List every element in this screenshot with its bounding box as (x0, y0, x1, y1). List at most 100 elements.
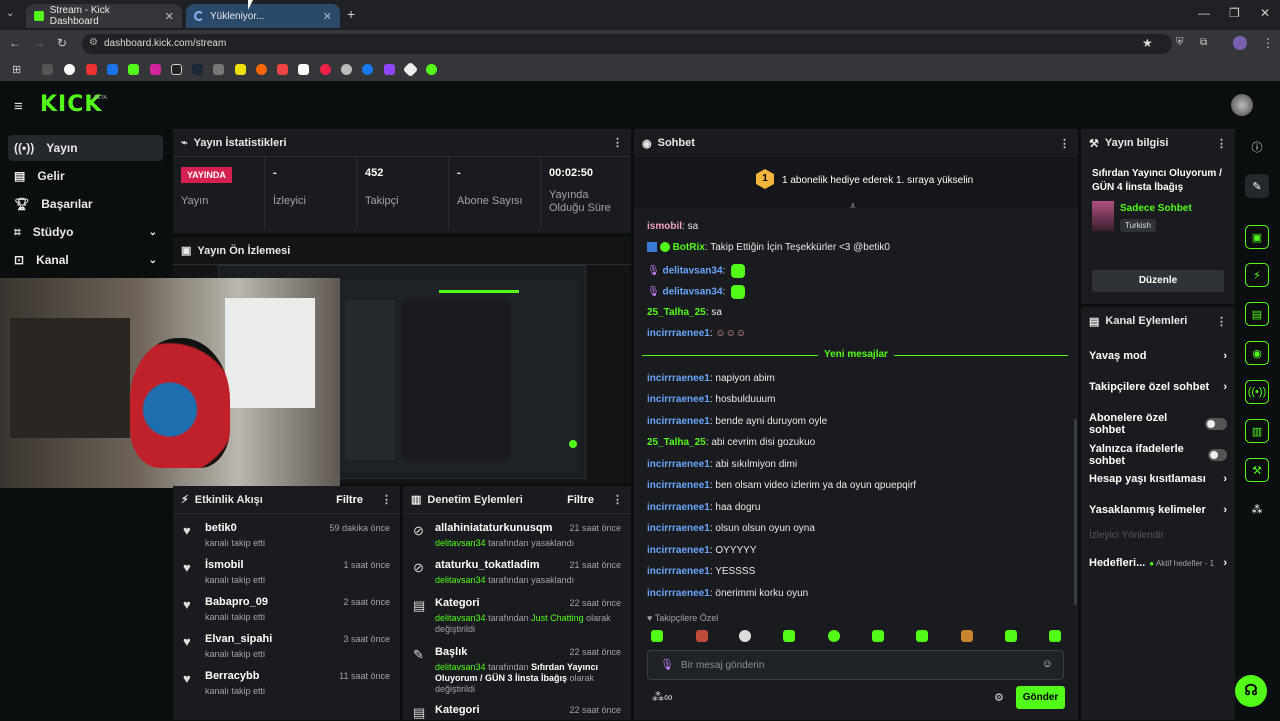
more-options-icon[interactable]: ⋮ (381, 493, 392, 506)
moderation-rail-icon[interactable]: ▥ (1245, 419, 1269, 443)
action-account-age[interactable]: Hesap yaşı kısıtlaması › (1089, 473, 1227, 485)
bookmark-youtube-icon[interactable] (86, 64, 97, 75)
more-options-icon[interactable]: ⋮ (612, 136, 623, 149)
tab-search-chevron-icon[interactable]: ⌄ (6, 8, 14, 19)
preview-rail-icon[interactable]: ▣ (1245, 225, 1269, 249)
edit-button[interactable]: Düzenle (1092, 270, 1224, 292)
bookmark-instagram-icon[interactable] (150, 64, 161, 75)
emote-icon[interactable] (739, 630, 751, 642)
pinned-gift-banner[interactable]: 1 1 abonelik hediye ederek 1. sıraya yük… (634, 157, 1078, 207)
forward-icon[interactable]: → (33, 36, 45, 50)
url-field[interactable]: dashboard.kick.com/stream (82, 34, 1172, 54)
info-icon[interactable]: ⓘ (1245, 135, 1269, 159)
chat-username[interactable]: incirrraenee1 (647, 566, 710, 577)
hamburger-menu-icon[interactable]: ≡ (14, 98, 23, 115)
action-slow-mode[interactable]: Yavaş mod › (1089, 350, 1227, 362)
bookmark-blue-icon[interactable] (107, 64, 118, 75)
moderation-item[interactable]: ▤ Kategori delitavsan34 tarafından Just Ch… (403, 593, 631, 637)
moderation-item[interactable]: ⊘ allahiniataturkunusqm delitavsan34 taraf… (403, 518, 631, 555)
people-icon[interactable]: ⁂∞ (652, 690, 673, 704)
moderation-item[interactable]: ⊘ ataturku_tokatladim delitavsan34 tarafın… (403, 555, 631, 592)
bookmark-facebook-icon[interactable] (362, 64, 373, 75)
bookmark-green-icon[interactable] (426, 64, 437, 75)
collapse-icon[interactable]: ⩡ (850, 201, 856, 212)
minimize-icon[interactable]: — (1198, 6, 1210, 20)
back-icon[interactable]: ← (9, 36, 21, 50)
more-options-icon[interactable]: ⋮ (1216, 137, 1227, 150)
chat-username[interactable]: 25_Talha_25 (647, 437, 706, 448)
chat-username[interactable]: incirrraenee1 (647, 480, 710, 491)
bookmark-messenger-icon[interactable] (384, 64, 395, 75)
puzzle-icon[interactable]: ⁂ (1245, 497, 1269, 521)
activity-item[interactable]: ♥ Babapro_09 kanalı takip etti 2 saat önce (173, 592, 400, 629)
emote-icon[interactable] (1049, 630, 1061, 642)
browser-tab-loading[interactable]: Yükleniyor... ✕ (186, 4, 340, 28)
chat-username[interactable]: delitavsan34 (662, 266, 722, 277)
emote-icon[interactable] (651, 630, 663, 642)
bookmark-google-icon[interactable] (64, 64, 75, 75)
moderation-item[interactable]: ▤ Kategori 22 saat önce (403, 700, 631, 720)
emote-icon[interactable] (828, 630, 840, 642)
action-emotes-only[interactable]: Yalnızca ifadelerle sohbet (1089, 443, 1227, 467)
filter-button[interactable]: Filtre (567, 494, 594, 506)
new-tab-button[interactable]: + (347, 6, 355, 22)
chat-username[interactable]: incirrraenee1 (647, 523, 710, 534)
bookmark-gray-icon[interactable] (213, 64, 224, 75)
lightning-rail-icon[interactable]: ⚡︎ (1245, 263, 1269, 287)
close-tab-icon[interactable]: ✕ (323, 10, 332, 23)
chat-scrollbar[interactable] (1074, 419, 1077, 605)
chat-username[interactable]: incirrraenee1 (647, 373, 710, 384)
chat-input-placeholder[interactable]: Bir mesaj gönderin (681, 660, 764, 671)
emote-icon[interactable] (961, 630, 973, 642)
settings-gear-icon[interactable]: ⚙ (994, 691, 1004, 704)
action-subscribers-only[interactable]: Abonelere özel sohbet (1089, 412, 1227, 436)
stream-category[interactable]: Sadece Sohbet (1120, 203, 1192, 214)
bookmark-apple-icon[interactable] (42, 64, 53, 75)
bookmark-kick-icon[interactable] (128, 64, 139, 75)
send-button[interactable]: Gönder (1016, 686, 1065, 709)
sidebar-item-gelir[interactable]: ▤ Gelir (8, 163, 163, 189)
bookmark-star-icon[interactable]: ★ (1142, 36, 1153, 50)
bookmark-red-icon[interactable] (320, 64, 331, 75)
reload-icon[interactable]: ↻ (57, 36, 67, 50)
emote-icon[interactable] (783, 630, 795, 642)
bookmark-steam-icon[interactable] (192, 64, 203, 75)
chat-username[interactable]: incirrraenee1 (647, 459, 710, 470)
maximize-icon[interactable]: ❐ (1229, 6, 1240, 20)
sidebar-item-basarilar[interactable]: 🏆︎ Başarılar (8, 191, 163, 217)
action-followers-only[interactable]: Takipçilere özel sohbet › (1089, 381, 1227, 393)
more-options-icon[interactable]: ⋮ (612, 493, 623, 506)
extensions-icon[interactable]: ⧉ (1200, 37, 1207, 48)
chat-username[interactable]: ismobil (647, 221, 682, 232)
wrench-rail-icon[interactable]: ⚒ (1245, 458, 1269, 482)
chat-username[interactable]: incirrraenee1 (647, 394, 710, 405)
chat-username[interactable]: incirrraenee1 (647, 328, 710, 339)
chat-username[interactable]: incirrraenee1 (647, 416, 710, 427)
chat-username[interactable]: incirrraenee1 (647, 588, 710, 599)
bookmark-pocket-icon[interactable] (277, 64, 288, 75)
browser-tab-active[interactable]: Stream - Kick Dashboard ✕ (26, 4, 182, 28)
support-headset-icon[interactable]: ☊ (1235, 675, 1267, 707)
edit-pencil-icon[interactable]: ✎ (1245, 174, 1269, 198)
broadcast-rail-icon[interactable]: ((•)) (1245, 380, 1269, 404)
activity-item[interactable]: ♥ İsmobil kanalı takip etti 1 saat önce (173, 555, 400, 592)
emoji-icon[interactable]: ☺ (1042, 658, 1053, 670)
sidebar-item-studyo[interactable]: ⌗ Stüdyo ⌄ (8, 219, 163, 245)
apps-grid-icon[interactable]: ⊞ (12, 63, 21, 76)
notes-rail-icon[interactable]: ▤ (1245, 302, 1269, 326)
emote-icon[interactable] (1005, 630, 1017, 642)
bookmark-white-icon[interactable] (298, 64, 309, 75)
browser-menu-icon[interactable]: ⋮ (1262, 36, 1274, 50)
action-goals[interactable]: Hedefleri... ● Aktif hedefler - 1 › (1089, 557, 1227, 569)
toggle-switch[interactable] (1207, 449, 1227, 461)
chat-username[interactable]: incirrraenee1 (647, 545, 710, 556)
chat-input-box[interactable]: 🎙︎ Bir mesaj gönderin ☺ (647, 650, 1064, 680)
activity-item[interactable]: ♥ betik0 kanalı takip etti 59 dakika önce (173, 518, 400, 555)
chat-username[interactable]: 25_Talha_25 (647, 307, 706, 318)
bookmark-chatgpt-icon[interactable] (341, 64, 352, 75)
activity-item[interactable]: ♥ Elvan_sipahi kanalı takip etti 3 saat önc… (173, 629, 400, 666)
emote-icon[interactable] (916, 630, 928, 642)
profile-avatar[interactable] (1233, 36, 1247, 50)
close-window-icon[interactable]: ✕ (1260, 6, 1270, 20)
site-info-icon[interactable]: ⚙ (89, 37, 98, 48)
